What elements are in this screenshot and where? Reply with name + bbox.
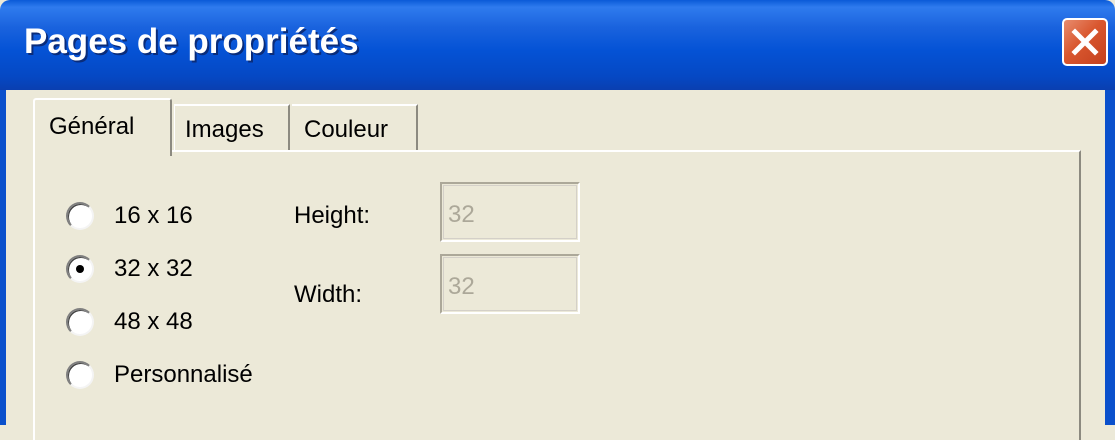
- title-bar[interactable]: Pages de propriétés: [0, 0, 1115, 90]
- window-border-left: [0, 90, 6, 425]
- width-label: Width:: [294, 281, 363, 308]
- radio-personnalise[interactable]: Personnalisé: [66, 355, 253, 395]
- height-label: Height:: [294, 202, 371, 229]
- radio-button[interactable]: [66, 255, 94, 283]
- tab-general[interactable]: Général: [33, 98, 172, 156]
- close-button[interactable]: [1062, 18, 1108, 66]
- radio-selected-dot: [76, 265, 84, 273]
- tab-label: Images: [185, 116, 264, 143]
- tab-couleur[interactable]: Couleur: [292, 104, 418, 150]
- close-icon: [1071, 28, 1099, 56]
- radio-button[interactable]: [66, 361, 94, 389]
- tab-images[interactable]: Images: [174, 104, 290, 150]
- tab-label: Général: [49, 113, 135, 140]
- properties-dialog: Pages de propriétés Général Images Coule…: [0, 0, 1115, 440]
- height-input[interactable]: [440, 182, 580, 242]
- width-input[interactable]: [440, 254, 580, 314]
- radio-label: Personnalisé: [114, 361, 253, 388]
- radio-48x48[interactable]: 48 x 48: [66, 302, 193, 342]
- radio-button[interactable]: [66, 308, 94, 336]
- radio-label: 32 x 32: [114, 255, 193, 282]
- radio-button[interactable]: [66, 202, 94, 230]
- window-title: Pages de propriétés: [24, 22, 359, 61]
- radio-label: 16 x 16: [114, 202, 193, 229]
- radio-16x16[interactable]: 16 x 16: [66, 196, 193, 236]
- window-border-right: [1105, 90, 1115, 425]
- radio-32x32[interactable]: 32 x 32: [66, 249, 193, 289]
- tab-label: Couleur: [304, 116, 389, 143]
- radio-label: 48 x 48: [114, 308, 193, 335]
